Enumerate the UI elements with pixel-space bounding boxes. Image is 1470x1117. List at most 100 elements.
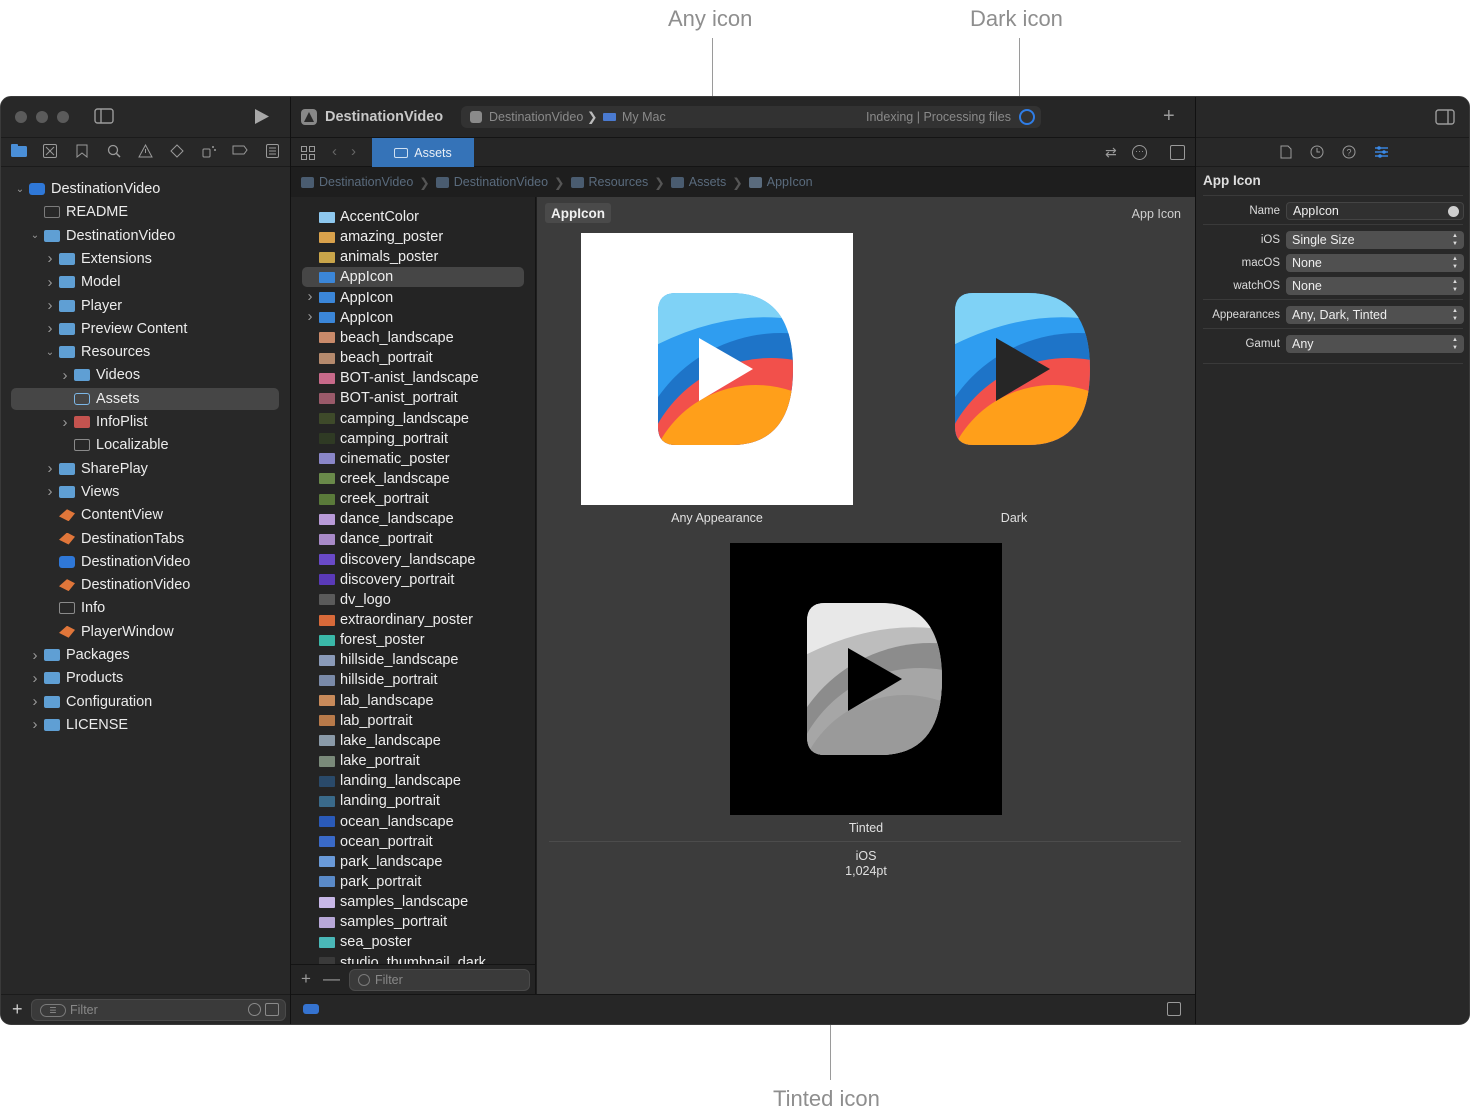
asset-list-item[interactable]: › AppIcon <box>302 308 524 328</box>
bookmark-icon[interactable] <box>76 144 88 160</box>
tinted-appearance-well[interactable] <box>730 543 1002 815</box>
toggle-debug-area-icon[interactable] <box>1167 1002 1181 1016</box>
asset-list-item[interactable]: › AppIcon <box>302 288 524 308</box>
source-control-icon[interactable] <box>43 144 57 160</box>
navigator-item[interactable]: › SharePlay <box>11 458 279 480</box>
asset-list-item[interactable]: extraordinary_poster <box>302 610 524 630</box>
asset-list-item[interactable]: cinematic_poster <box>302 449 524 469</box>
asset-list-item[interactable]: samples_portrait <box>302 912 524 932</box>
help-inspector-icon[interactable]: ? <box>1342 145 1356 161</box>
disclosure-right-icon[interactable]: › <box>29 716 41 733</box>
breadcrumb-item[interactable]: Assets <box>670 175 726 189</box>
find-icon[interactable] <box>107 144 121 160</box>
asset-list-item[interactable]: hillside_landscape <box>302 650 524 670</box>
navigator-item[interactable]: › LICENSE <box>11 714 279 736</box>
asset-list-item[interactable]: lake_portrait <box>302 751 524 771</box>
tab-assets[interactable]: Assets <box>372 138 474 167</box>
navigator-item[interactable]: › Products <box>11 667 279 689</box>
asset-list-item[interactable]: BOT-anist_landscape <box>302 368 524 388</box>
refresh-swap-icon[interactable]: ⇄ <box>1105 144 1117 161</box>
add-file-icon[interactable]: + <box>12 1000 23 1018</box>
test-diamond-icon[interactable] <box>170 144 184 160</box>
asset-list-item[interactable]: AccentColor <box>302 207 524 227</box>
asset-list-item[interactable]: dance_portrait <box>302 529 524 549</box>
asset-list-item[interactable]: forest_poster <box>302 630 524 650</box>
inspector-popup-button[interactable]: None ▲ ▼ <box>1286 254 1464 272</box>
asset-list-item[interactable]: park_landscape <box>302 852 524 872</box>
source-control-filter-icon[interactable] <box>265 1003 279 1016</box>
asset-list-item[interactable]: creek_portrait <box>302 489 524 509</box>
warning-icon[interactable] <box>138 143 153 160</box>
editor-options-icon[interactable]: ··· <box>1132 145 1147 160</box>
disclosure-right-icon[interactable]: › <box>44 320 56 337</box>
disclosure-down-icon[interactable]: ⌄ <box>29 230 41 241</box>
disclosure-right-icon[interactable]: › <box>304 288 316 305</box>
disclosure-down-icon[interactable]: ⌄ <box>14 184 26 195</box>
navigator-item[interactable]: Assets <box>11 387 279 410</box>
navigator-item[interactable]: › InfoPlist <box>11 411 279 433</box>
disclosure-right-icon[interactable]: › <box>44 250 56 267</box>
navigator-item[interactable]: ⌄ DestinationVideo <box>11 225 279 247</box>
navigator-item[interactable]: Info <box>11 597 279 619</box>
breadcrumb-item[interactable]: DestinationVideo <box>301 175 413 189</box>
disclosure-right-icon[interactable]: › <box>29 647 41 664</box>
destination-selector[interactable]: My Mac <box>622 110 666 124</box>
asset-list-item[interactable]: discovery_landscape <box>302 550 524 570</box>
add-circle-icon[interactable] <box>1448 206 1459 217</box>
dark-appearance-well[interactable] <box>878 233 1150 505</box>
asset-list-item[interactable]: landing_landscape <box>302 771 524 791</box>
navigator-item[interactable]: PlayerWindow <box>11 621 279 643</box>
asset-list-item[interactable]: creek_landscape <box>302 469 524 489</box>
recent-files-icon[interactable] <box>248 1003 261 1016</box>
navigator-item[interactable]: › Preview Content <box>11 318 279 340</box>
navigator-item[interactable]: › Videos <box>11 364 279 386</box>
history-inspector-icon[interactable] <box>1310 145 1324 161</box>
filter-options-icon[interactable]: ☰ <box>40 1003 66 1017</box>
asset-list-item[interactable]: discovery_portrait <box>302 570 524 590</box>
minimize-window-button[interactable] <box>36 111 48 123</box>
breadcrumb-item[interactable]: Resources <box>570 175 648 189</box>
asset-list-item[interactable]: sea_poster <box>302 932 524 952</box>
folder-navigator-icon[interactable] <box>11 144 27 159</box>
breadcrumb-item[interactable]: AppIcon <box>748 175 813 189</box>
inspector-popup-button[interactable]: Any, Dark, Tinted ▲ ▼ <box>1286 306 1464 324</box>
asset-list-item[interactable]: lab_portrait <box>302 711 524 731</box>
grid-related-items-icon[interactable] <box>301 146 315 165</box>
close-window-button[interactable] <box>15 111 27 123</box>
asset-list-item[interactable]: lake_landscape <box>302 731 524 751</box>
add-asset-icon[interactable]: + <box>301 969 311 989</box>
asset-list-item[interactable]: camping_landscape <box>302 409 524 429</box>
asset-filter-field[interactable]: Filter <box>349 969 530 991</box>
navigator-item[interactable]: DestinationVideo <box>11 551 279 573</box>
disclosure-right-icon[interactable]: › <box>44 483 56 500</box>
inspector-popup-button[interactable]: Single Size ▲ ▼ <box>1286 231 1464 249</box>
remove-asset-icon[interactable]: — <box>323 969 340 989</box>
navigator-item[interactable]: Localizable <box>11 434 279 456</box>
asset-list-item[interactable]: beach_landscape <box>302 328 524 348</box>
toggle-inspector-icon[interactable] <box>1435 109 1455 130</box>
navigator-item[interactable]: README <box>11 201 279 223</box>
asset-list-item[interactable]: AppIcon <box>302 267 524 288</box>
scheme-selector[interactable]: DestinationVideo <box>489 110 583 124</box>
navigator-item[interactable]: ⌄ Resources <box>11 341 279 363</box>
attributes-inspector-icon[interactable] <box>1374 145 1389 161</box>
forward-chevron-icon[interactable]: › <box>351 143 356 160</box>
asset-list-item[interactable]: dance_landscape <box>302 509 524 529</box>
any-appearance-well[interactable] <box>581 233 853 505</box>
disclosure-down-icon[interactable]: ⌄ <box>44 347 56 358</box>
navigator-item[interactable]: ContentView <box>11 504 279 526</box>
asset-list-item[interactable]: ocean_landscape <box>302 812 524 832</box>
disclosure-right-icon[interactable]: › <box>44 460 56 477</box>
disclosure-right-icon[interactable]: › <box>59 414 71 431</box>
navigator-item[interactable]: ⌄ DestinationVideo <box>11 178 279 200</box>
run-play-icon[interactable] <box>254 108 270 128</box>
navigator-item[interactable]: › Packages <box>11 644 279 666</box>
asset-list-item[interactable]: landing_portrait <box>302 791 524 811</box>
asset-list-item[interactable]: hillside_portrait <box>302 670 524 690</box>
navigator-item[interactable]: DestinationVideo <box>11 574 279 596</box>
disclosure-right-icon[interactable]: › <box>59 367 71 384</box>
asset-list-item[interactable]: amazing_poster <box>302 227 524 247</box>
inspector-popup-button[interactable]: Any ▲ ▼ <box>1286 335 1464 353</box>
report-icon[interactable] <box>266 144 279 160</box>
disclosure-right-icon[interactable]: › <box>44 274 56 291</box>
